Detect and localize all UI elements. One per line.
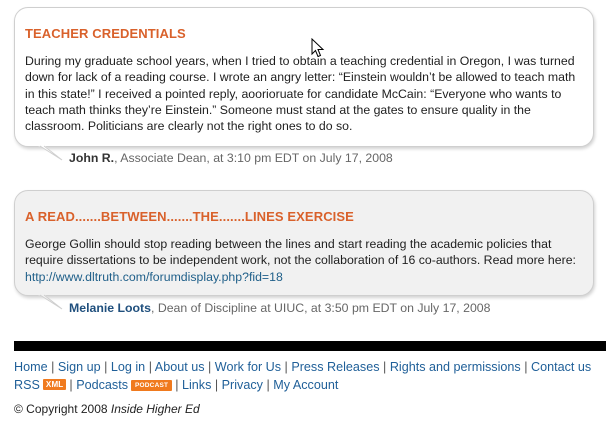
copyright-notice: © Copyright 2008 Inside Higher Ed: [14, 402, 200, 416]
comment-byline: Melanie Loots, Dean of Discipline at UIU…: [69, 301, 490, 315]
comment-body: George Gollin should stop reading betwee…: [25, 236, 585, 285]
comment-body-text: George Gollin should stop reading betwee…: [25, 237, 576, 268]
footer-links-row: Home | Sign up | Log in | About us | Wor…: [14, 359, 606, 377]
separator: |: [104, 360, 108, 374]
footer-link-log-in[interactable]: Log in: [111, 360, 145, 374]
copyright-brand: Inside Higher Ed: [110, 402, 200, 416]
footer-divider-bar: [14, 341, 606, 351]
footer-link-about-us[interactable]: About us: [155, 360, 205, 374]
comment-card: TEACHER CREDENTIALS During my graduate s…: [14, 7, 594, 147]
footer-nav: Home | Sign up | Log in | About us | Wor…: [14, 359, 606, 394]
speech-tail: [34, 145, 63, 161]
footer-link-work-for-us[interactable]: Work for Us: [215, 360, 281, 374]
podcast-icon[interactable]: PODCAST: [131, 379, 173, 391]
copyright-text: © Copyright 2008: [14, 402, 108, 416]
separator: |: [69, 377, 73, 392]
separator: |: [148, 360, 152, 374]
separator: |: [51, 360, 55, 374]
xml-feed-icon[interactable]: XML: [42, 378, 67, 390]
comment-body: During my graduate school years, when I …: [25, 54, 576, 134]
mouse-pointer-icon: [311, 38, 325, 58]
separator: |: [284, 360, 288, 374]
comment-author[interactable]: Melanie Loots: [69, 301, 151, 315]
footer-link-rights[interactable]: Rights and permissions: [390, 360, 521, 374]
speech-tail: [34, 294, 63, 310]
comment-title: A READ.......BETWEEN.......THE.......LIN…: [25, 209, 354, 224]
separator: |: [175, 377, 179, 392]
comment-link[interactable]: http://www.dltruth.com/forumdisplay.php?…: [25, 270, 283, 284]
footer-link-press-releases[interactable]: Press Releases: [291, 360, 379, 374]
comment-author[interactable]: John R.: [69, 151, 114, 165]
comment-meta: , Dean of Discipline at UIUC, at 3:50 pm…: [151, 301, 491, 315]
separator: |: [208, 360, 212, 374]
footer-link-podcasts[interactable]: Podcasts: [76, 378, 128, 392]
footer-link-sign-up[interactable]: Sign up: [58, 360, 101, 374]
footer-link-my-account[interactable]: My Account: [273, 378, 338, 392]
comment-meta: , Associate Dean, at 3:10 pm EDT on July…: [114, 151, 393, 165]
footer-link-links[interactable]: Links: [182, 378, 211, 392]
comment-card: A READ.......BETWEEN.......THE.......LIN…: [14, 190, 594, 296]
separator: |: [266, 377, 270, 392]
footer-link-rss[interactable]: RSS: [14, 378, 40, 392]
footer-link-privacy[interactable]: Privacy: [222, 378, 263, 392]
footer-link-home[interactable]: Home: [14, 360, 48, 374]
footer-feeds-row: RSS XML | Podcasts PODCAST | Links | Privacy…: [14, 377, 606, 395]
separator: |: [383, 360, 387, 374]
separator: |: [214, 377, 219, 392]
comment-title: TEACHER CREDENTIALS: [25, 26, 186, 41]
comment-byline: John R., Associate Dean, at 3:10 pm EDT …: [69, 151, 393, 165]
separator: |: [524, 360, 528, 374]
footer-link-contact-us[interactable]: Contact us: [531, 360, 591, 374]
